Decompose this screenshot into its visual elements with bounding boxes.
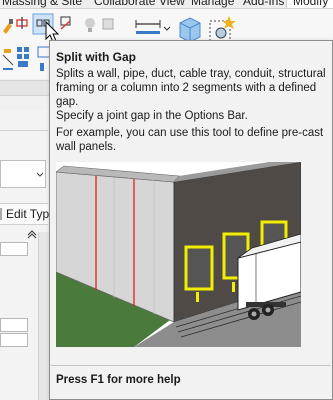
visibility-icon[interactable] [102, 18, 114, 30]
edit-type-button[interactable]: Edit Type [0, 203, 56, 225]
align-icon[interactable] [17, 47, 29, 59]
edit-type-icon [0, 208, 2, 220]
properties-scrollbar[interactable] [38, 232, 49, 400]
ribbon-tab-bar: Massing & Site Collaborate View Manage A… [0, 0, 333, 9]
chevron-down-icon[interactable] [163, 26, 171, 31]
tab-view[interactable]: View [159, 0, 185, 8]
tooltip: Split with Gap Splits a wall, pipe, duct… [49, 40, 333, 400]
tooltip-title: Split with Gap [56, 50, 136, 64]
tooltip-help-hint: Press F1 for more help [56, 374, 181, 386]
tooltip-separator [51, 365, 331, 366]
measure-icon[interactable] [135, 20, 161, 34]
tab-modify[interactable]: Modify [286, 0, 333, 8]
offset-icon[interactable] [40, 63, 44, 71]
cut-icon[interactable] [2, 49, 14, 66]
create-part-icon[interactable] [179, 17, 201, 43]
tooltip-paragraph: Specify a joint gap in the Options Bar. [56, 110, 248, 122]
tab-manage[interactable]: Manage [191, 0, 234, 8]
paint-icon[interactable] [3, 19, 13, 34]
unpin-icon[interactable] [60, 16, 71, 30]
scale-icon[interactable] [18, 61, 28, 67]
tab-massing-site[interactable]: Massing & Site [2, 0, 82, 8]
property-field[interactable] [0, 318, 28, 332]
tab-add-ins[interactable]: Add-Ins [243, 0, 284, 8]
create-group-icon[interactable] [209, 16, 236, 42]
tooltip-description: Splits a wall, pipe, duct, cable tray, c… [56, 68, 326, 108]
bulb-icon[interactable] [85, 18, 95, 32]
chevron-down-icon[interactable] [1, 161, 45, 187]
tooltip-illustration [56, 162, 301, 347]
type-selector[interactable] [0, 160, 46, 188]
split-element-icon[interactable] [16, 17, 28, 29]
property-field[interactable] [0, 242, 28, 256]
property-field[interactable] [0, 333, 28, 347]
tooltip-paragraph: For example, you can use this tool to de… [56, 127, 324, 153]
tab-collaborate[interactable]: Collaborate [94, 0, 155, 8]
